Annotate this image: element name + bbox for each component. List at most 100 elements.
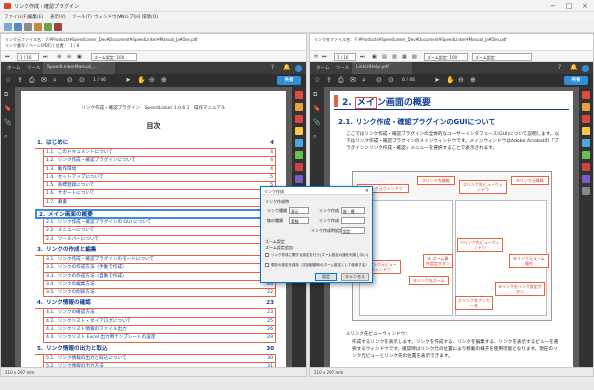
create-pdf-icon[interactable] <box>582 115 590 123</box>
cancel-button[interactable]: キャンセル <box>341 273 369 281</box>
print-icon[interactable]: ⎙ <box>338 76 344 85</box>
tab-document[interactable]: SpeedLinkerManual_... <box>43 62 115 74</box>
maximize-button[interactable]: □ <box>562 2 576 10</box>
print-icon[interactable]: ⎙ <box>29 76 35 85</box>
share-button[interactable]: 共有 <box>564 76 588 85</box>
share-button[interactable]: 共有 <box>277 76 301 85</box>
menu-help[interactable]: ヘルプ(H) <box>120 14 140 20</box>
menu-tools[interactable]: ツール(T) <box>72 14 92 20</box>
tab-home[interactable]: ホーム <box>3 62 25 74</box>
toc-chapter[interactable]: 5. リンク情報の出力と取込 30 <box>35 345 276 355</box>
bell-icon[interactable]: 🔔 <box>283 64 290 71</box>
zoom-select-icon[interactable]: ▧ <box>412 54 417 60</box>
pages-icon[interactable]: ⧉ <box>313 91 317 99</box>
prev-icon[interactable]: ⊙ <box>67 76 73 84</box>
menu-view[interactable]: 表示(V) <box>50 14 66 20</box>
toc-entry[interactable]: 1.1. このドキュメントについて 4 <box>43 149 276 158</box>
target-pdf-page[interactable]: 6 / 46 <box>402 78 415 83</box>
fit-icon[interactable]: ▣ <box>77 54 82 60</box>
menu-env[interactable]: 環境(O) <box>142 14 158 20</box>
tab-document[interactable]: LinkUIHelp.pdf <box>352 62 412 74</box>
zoom-out-icon[interactable]: ⊖ <box>149 76 155 84</box>
import-icon[interactable] <box>54 23 62 31</box>
mail-icon[interactable]: ✉ <box>41 76 47 84</box>
toc-entry[interactable]: 3.1.リンク作成・確認プラグインのモードについて16 <box>43 255 276 265</box>
toc-entry[interactable]: 1.5.商標登録について5 <box>43 182 276 191</box>
list-icon[interactable] <box>34 23 42 31</box>
menu-edit[interactable]: 編集(E) <box>28 14 43 20</box>
zoom-in-icon[interactable]: ⊕ <box>57 54 61 60</box>
zoom-out-icon[interactable]: ⊖ <box>458 76 464 84</box>
toc-entry[interactable]: 3.5. リンクの削除方法 22 <box>43 289 276 298</box>
bookmark-icon[interactable]: 🔖 <box>313 105 320 112</box>
toc-entry[interactable]: 5.1. リンク情報の出力と取込について 30 <box>43 354 276 363</box>
toc-entry[interactable]: 3.2.リンクの作成方法（手動で作成）16 <box>43 264 276 273</box>
settings-icon[interactable] <box>24 23 32 31</box>
cursor-icon[interactable]: ➤ <box>125 76 131 84</box>
close-button[interactable]: × <box>578 2 592 10</box>
first-page-icon[interactable]: ⏮ <box>5 54 10 60</box>
cursor-icon[interactable]: ➤ <box>434 76 440 84</box>
redact-icon[interactable] <box>295 163 303 171</box>
toc-entry[interactable]: 1.3. 動作環境 4 <box>43 165 276 174</box>
toc-entry[interactable]: 4.4. リンクリスト Excel 出力用テンプレートの設定 29 <box>43 334 276 343</box>
export-pdf-icon[interactable] <box>582 91 590 99</box>
protect-icon[interactable] <box>295 175 303 183</box>
comment-icon[interactable] <box>582 127 590 135</box>
toc-entry[interactable]: 1.6.サポートについて5 <box>43 190 276 199</box>
help-icon[interactable]: ? <box>271 64 274 71</box>
redact-icon[interactable] <box>582 163 590 171</box>
source-page-box[interactable]: 1 / 16 <box>17 53 39 61</box>
search-icon[interactable]: ⌕ <box>313 133 316 141</box>
upload-icon[interactable]: ⇪ <box>326 76 332 84</box>
attach-icon[interactable]: 📎 <box>4 119 11 126</box>
tab-tools[interactable]: ツール <box>332 62 354 74</box>
create-pdf-icon[interactable] <box>295 115 303 123</box>
target-zoom-box[interactable]: ズーム設定: 100 <box>424 53 468 61</box>
fit-page-icon[interactable]: ▥ <box>392 54 397 60</box>
help-icon[interactable]: ? <box>558 64 561 71</box>
next-icon[interactable]: ⊙ <box>388 76 394 84</box>
link-icon[interactable] <box>14 23 22 31</box>
tab-tools[interactable]: ツール <box>23 62 45 74</box>
source-zoom-box[interactable]: ズーム設定: 100 <box>91 53 137 61</box>
organize-icon[interactable] <box>295 151 303 159</box>
menu-file[interactable]: ファイル(F) <box>4 14 28 20</box>
export-pdf-icon[interactable] <box>295 91 303 99</box>
minimize-button[interactable]: − <box>546 2 560 10</box>
mail-icon[interactable]: ✉ <box>350 76 356 84</box>
organize-icon[interactable] <box>582 151 590 159</box>
source-canvas[interactable]: リンク作成・確認プラグイン SpeedLinker 1.0.6.1 操作マニュア… <box>15 87 292 372</box>
avatar[interactable] <box>295 65 302 72</box>
fit-width-icon[interactable]: ▤ <box>382 54 387 60</box>
toc-entry[interactable]: 3.4. リンクの編集方法 20 <box>43 280 276 290</box>
toc-entry[interactable]: 2.3.ツールバーについて13 <box>43 235 276 244</box>
star-icon[interactable]: ☆ <box>314 76 320 84</box>
fit-icon[interactable]: ▣ <box>372 54 377 60</box>
star-icon[interactable]: ☆ <box>5 76 11 84</box>
toc-chapter[interactable]: 3.リンクの作成と編集16 <box>35 246 276 256</box>
last-page-icon[interactable]: ⏭ <box>43 54 48 60</box>
tools-icon[interactable] <box>582 187 590 195</box>
link-type-select[interactable]: 表示 <box>289 207 309 214</box>
link-create-field[interactable]: 縦・横 <box>341 207 365 214</box>
search-icon[interactable]: ⌕ <box>53 76 57 85</box>
combine-icon[interactable] <box>582 139 590 147</box>
toc-entry[interactable]: 2.2.メニューについて11 <box>43 227 276 236</box>
toc-entry[interactable]: 2.1.リンク作成・確認プラグインの GUI について7 <box>43 219 276 228</box>
link-create-setting-field[interactable]: 設定 <box>341 227 365 234</box>
edit-pdf-icon[interactable] <box>295 103 303 111</box>
combine-icon[interactable] <box>295 139 303 147</box>
fit-visible-icon[interactable]: ▦ <box>402 54 407 60</box>
toc-entry[interactable]: 3.3.リンクの作成方法（自動で作成）18 <box>43 272 276 281</box>
pages-icon[interactable]: ⧉ <box>4 91 8 99</box>
target-zoom-select[interactable]: ズーム設定 <box>472 53 532 61</box>
dialog-close-icon[interactable]: × <box>365 188 369 194</box>
edit-pdf-icon[interactable] <box>582 103 590 111</box>
zoom-out-icon[interactable]: ⊖ <box>67 54 71 60</box>
toc-chapter[interactable]: 1. はじめに 4 <box>35 139 276 149</box>
toc-entry[interactable]: 4.3. リンクリスト情報のファイル出力 26 <box>43 326 276 335</box>
toc-chapter[interactable]: 2.メイン画面の概要6 <box>35 209 276 220</box>
hand-icon[interactable]: ✋ <box>137 76 146 84</box>
toc-entry[interactable]: 1.2. リンク作成・確認プラグインについて 4 <box>43 157 276 166</box>
